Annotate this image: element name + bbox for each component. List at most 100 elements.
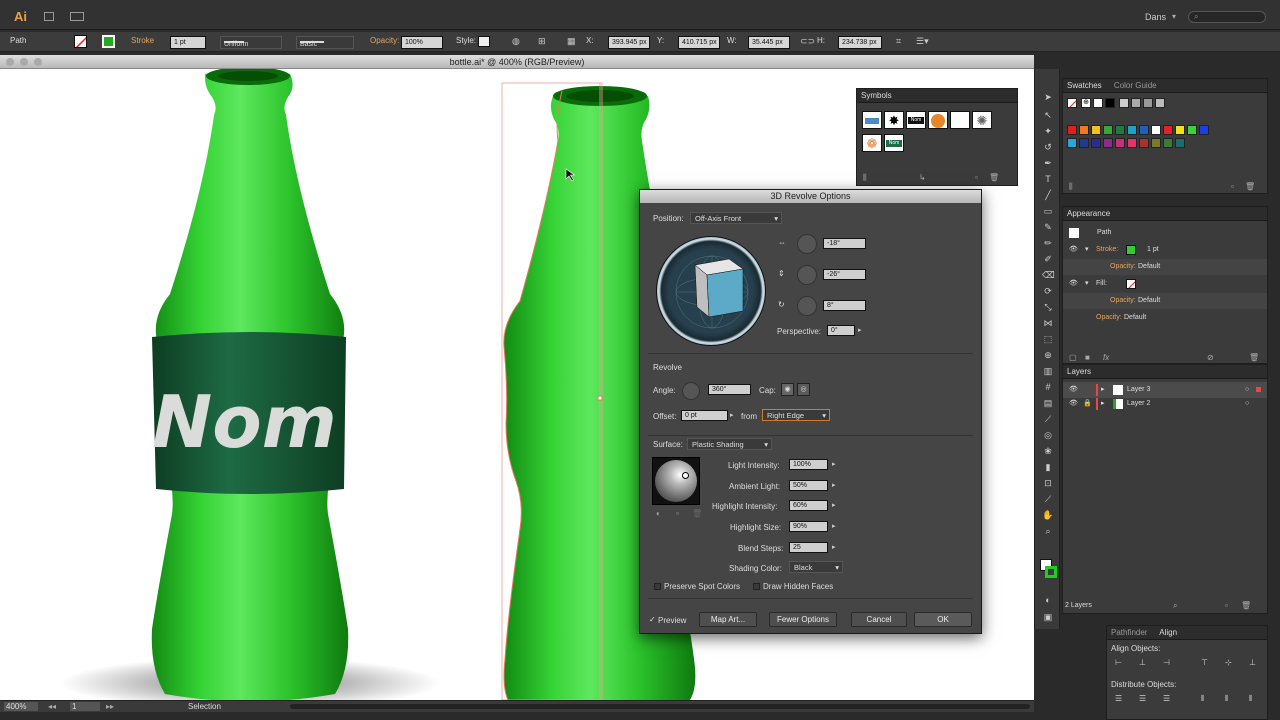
zoom-window-icon[interactable] [34,58,42,66]
color-swatch[interactable] [1067,125,1077,135]
move-light-back-icon[interactable]: ◐ [656,509,661,518]
color-swatch[interactable] [1079,138,1089,148]
color-swatch[interactable] [1163,125,1173,135]
symbol-item[interactable]: ✸ [884,111,904,129]
fill-swatch[interactable] [74,35,87,48]
eyedropper-tool-icon[interactable]: ⟋ [1042,413,1054,425]
arrange-documents-icon[interactable] [70,12,84,21]
color-swatch[interactable] [1187,125,1197,135]
preserve-spot-colors-label[interactable]: Preserve Spot Colors [664,582,740,591]
appearance-fill-opacity-row[interactable]: Opacity: Default [1063,293,1267,309]
highlight-size-slider-arrow-icon[interactable]: ▸ [832,522,836,530]
direct-selection-tool-icon[interactable]: ↖ [1042,109,1054,121]
horizontal-scrollbar[interactable] [290,704,1030,709]
tab-pathfinder[interactable]: Pathfinder [1111,628,1147,637]
slice-tool-icon[interactable]: ⟋ [1042,493,1054,505]
minimize-window-icon[interactable] [20,58,28,66]
stroke-label[interactable]: Stroke [131,36,154,45]
swatch-pattern[interactable] [1131,98,1141,108]
shading-color-dropdown[interactable]: Black ▾ [789,561,843,573]
map-art-button[interactable]: Map Art... [699,612,757,627]
pencil-tool-icon[interactable]: ✏ [1042,237,1054,249]
layers-tab[interactable]: Layers [1063,365,1267,379]
cap-on-icon[interactable]: ◉ [781,383,794,396]
color-swatch[interactable] [1175,125,1185,135]
path-anchor-point[interactable] [597,395,603,401]
artboard-prev-icon[interactable]: ◂◂ [48,702,56,711]
color-swatch[interactable] [1151,125,1161,135]
swatch-pattern[interactable] [1143,98,1153,108]
delete-swatch-icon[interactable]: 🗑 [1245,182,1255,191]
stroke-color-box[interactable] [1045,566,1057,578]
swatch-white[interactable] [1093,98,1103,108]
visibility-eye-icon[interactable]: 👁 [1069,242,1078,258]
blob-brush-tool-icon[interactable]: ✐ [1042,253,1054,265]
symbol-item[interactable]: Nom [906,111,926,129]
align-bottom-icon[interactable]: ⊥ [1249,658,1256,667]
color-swatch[interactable] [1139,125,1149,135]
swatch-libraries-icon[interactable]: ⫼ [1069,182,1073,192]
preview-checkbox-check-icon[interactable]: ✓ [649,615,656,624]
profile-dropdown[interactable]: Uniform [220,36,282,49]
visibility-eye-icon[interactable]: 👁 [1069,396,1078,412]
highlight-intensity-slider-arrow-icon[interactable]: ▸ [832,501,836,509]
y-axis-dial[interactable] [797,265,817,285]
light-intensity-field[interactable]: 100% [789,459,828,470]
align-right-icon[interactable]: ⊣ [1163,658,1170,667]
screen-mode-icon[interactable]: ▣ [1042,611,1054,623]
color-swatch[interactable] [1139,138,1149,148]
color-swatch[interactable] [1151,138,1161,148]
color-swatch[interactable] [1127,125,1137,135]
color-swatch[interactable] [1103,125,1113,135]
new-layer-icon[interactable]: ▫ [1225,601,1228,610]
add-new-effect-icon[interactable]: fx [1103,353,1109,362]
opacity-label[interactable]: Opacity: [370,36,399,45]
surface-dropdown[interactable]: Plastic Shading ▾ [687,438,772,450]
lock-icon[interactable]: 🔒 [1083,396,1092,412]
visibility-eye-icon[interactable]: 👁 [1069,276,1078,292]
zoom-tool-icon[interactable]: ⌕ [1042,525,1054,537]
symbol-item-selected[interactable]: Nom [884,134,904,152]
ok-button[interactable]: OK [914,612,972,627]
line-tool-icon[interactable]: ╱ [1042,189,1054,201]
swatch-pattern[interactable] [1155,98,1165,108]
place-symbol-icon[interactable]: ↳ [919,173,926,182]
blend-steps-field[interactable]: 25 [789,542,828,553]
brush-dropdown[interactable]: Basic [296,36,354,49]
symbol-item[interactable]: ✺ [972,111,992,129]
fill-label[interactable]: Fill: [1096,276,1107,292]
lighting-sphere-preview[interactable] [652,457,700,505]
tab-color-guide[interactable]: Color Guide [1114,81,1157,90]
cap-off-icon[interactable]: ◎ [797,383,810,396]
position-dropdown[interactable]: Off-Axis Front ▾ [690,212,782,224]
appearance-stroke-opacity-row[interactable]: Opacity: Default [1063,259,1267,275]
new-swatch-icon[interactable]: ▫ [1231,182,1234,191]
type-tool-icon[interactable]: T [1042,173,1054,185]
distribute-bottom-icon[interactable]: ☰ [1163,694,1170,703]
symbol-sprayer-tool-icon[interactable]: ❀ [1042,445,1054,457]
target-icon[interactable]: ○ [1245,396,1249,412]
distribute-hcenter-icon[interactable]: ⫴ [1225,694,1228,704]
revolve-angle-field[interactable]: 360° [708,384,751,395]
swatch-pattern[interactable] [1119,98,1129,108]
selected-art-indicator[interactable] [1256,387,1261,392]
control-menu-icon[interactable]: ☰▾ [916,36,929,47]
ambient-light-slider-arrow-icon[interactable]: ▸ [832,481,836,489]
style-swatch[interactable] [478,36,490,47]
selection-tool-icon[interactable]: ➤ [1042,91,1054,103]
appearance-object-opacity-row[interactable]: Opacity: Default [1063,310,1267,326]
rotate-tool-icon[interactable]: ⟳ [1042,285,1054,297]
distribute-vcenter-icon[interactable]: ☰ [1139,694,1146,703]
color-swatch[interactable] [1199,125,1209,135]
symbol-item[interactable] [950,111,970,129]
x-field[interactable]: 393.945 px [608,36,650,49]
symbols-panel-tab[interactable]: Symbols [857,89,1017,103]
delete-symbol-icon[interactable]: 🗑 [989,173,999,182]
recolor-icon[interactable]: ◍ [512,36,520,47]
workspace-chevron-icon[interactable]: ▾ [1172,12,1176,21]
isolate-icon[interactable]: ⌗ [896,36,901,47]
align-left-icon[interactable]: ⊢ [1115,658,1122,667]
free-transform-tool-icon[interactable]: ⬚ [1042,333,1054,345]
perspective-grid-tool-icon[interactable]: ▥ [1042,365,1054,377]
search-field[interactable] [1188,11,1266,23]
